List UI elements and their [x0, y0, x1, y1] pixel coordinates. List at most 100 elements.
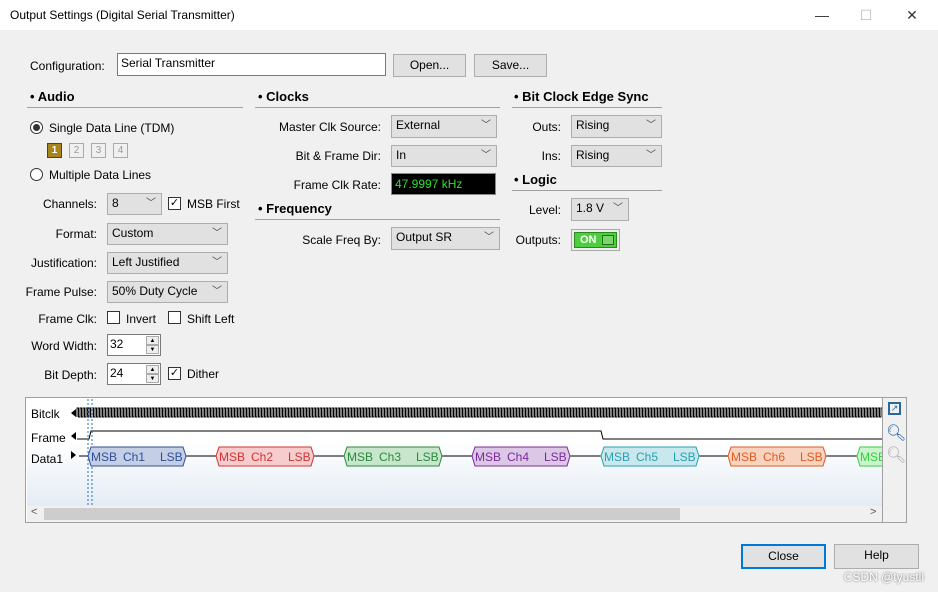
data-line-4-button[interactable]: 4: [113, 143, 128, 158]
chevron-down-icon: ﹀: [212, 228, 222, 239]
chevron-down-icon: ﹀: [646, 150, 656, 161]
clocks-header: • Clocks: [258, 89, 309, 104]
dither-checkbox[interactable]: ✓: [168, 367, 181, 380]
help-button[interactable]: Help: [834, 544, 919, 569]
configuration-input[interactable]: Serial Transmitter: [117, 53, 386, 76]
toggle-track: ON: [574, 232, 617, 248]
divider: [512, 190, 662, 191]
spin-up-icon[interactable]: ▲: [146, 336, 159, 345]
single-data-line-label: Single Data Line (TDM): [49, 121, 175, 135]
data-line-2-button[interactable]: 2: [69, 143, 84, 158]
frequency-header-text: Frequency: [266, 201, 332, 216]
frame-clk-label: Frame Clk:: [38, 312, 97, 326]
data1-label: Data1: [31, 452, 64, 466]
ins-value: Rising: [576, 148, 610, 162]
close-window-button[interactable]: ✕: [897, 4, 927, 26]
bit-frame-dir-select[interactable]: In ﹀: [391, 145, 497, 167]
invert-label: Invert: [126, 312, 157, 326]
audio-header: • Audio: [30, 89, 75, 104]
format-value: Custom: [112, 226, 154, 240]
outputs-toggle[interactable]: ON: [571, 229, 620, 251]
popout-icon[interactable]: ↗: [888, 402, 901, 415]
chevron-down-icon: ﹀: [646, 120, 656, 131]
format-label: Format:: [55, 227, 97, 241]
zoom-out-icon[interactable]: 🔍︎: [886, 445, 906, 465]
window-title: Output Settings (Digital Serial Transmit…: [10, 8, 235, 22]
lsb-label: LSB: [416, 450, 439, 464]
spin-up-icon[interactable]: ▲: [146, 365, 159, 374]
msb-label: MSB: [860, 450, 882, 464]
channel-label: Ch5: [636, 450, 658, 464]
spin-down-icon[interactable]: ▼: [146, 345, 159, 354]
msb-first-label: MSB First: [187, 197, 240, 211]
bit-depth-spinner[interactable]: 24 ▲ ▼: [107, 363, 161, 385]
toggle-knob: [602, 235, 614, 245]
scroll-thumb[interactable]: [44, 508, 680, 520]
close-button[interactable]: Close: [741, 544, 826, 569]
scale-freq-value: Output SR: [396, 230, 453, 244]
invert-checkbox[interactable]: [107, 311, 120, 324]
zoom-in-icon[interactable]: 🔍︎: [886, 423, 906, 443]
frame-pulse-label: Frame Pulse:: [25, 285, 97, 299]
master-clk-value: External: [396, 118, 441, 132]
frame-pulse-value: 50% Duty Cycle: [112, 284, 198, 298]
minimize-button[interactable]: —: [807, 4, 837, 26]
word-width-value: 32: [110, 337, 124, 351]
channel-label: Ch1: [123, 450, 145, 464]
bitclk-arrow-icon: [71, 409, 76, 417]
chevron-down-icon: ﹀: [212, 257, 222, 268]
frame-arrow-icon: [71, 432, 76, 440]
open-button[interactable]: Open...: [393, 54, 466, 77]
scale-freq-select[interactable]: Output SR ﹀: [391, 227, 500, 250]
edge-sync-header: • Bit Clock Edge Sync: [514, 89, 649, 104]
lsb-label: LSB: [160, 450, 183, 464]
frequency-header: • Frequency: [258, 201, 332, 216]
chevron-down-icon: ﹀: [146, 198, 156, 209]
lsb-label: LSB: [673, 450, 696, 464]
word-width-label: Word Width:: [31, 339, 97, 353]
channel-label: Ch4: [507, 450, 529, 464]
toggle-text: ON: [580, 234, 597, 246]
chevron-down-icon: ﹀: [613, 203, 623, 214]
word-width-spinner[interactable]: 32 ▲ ▼: [107, 334, 161, 356]
level-select[interactable]: 1.8 V ﹀: [571, 198, 629, 221]
outs-select[interactable]: Rising ﹀: [571, 115, 662, 138]
scroll-left-icon[interactable]: <: [31, 506, 37, 518]
channels-select[interactable]: 8 ﹀: [107, 193, 162, 215]
maximize-button[interactable]: ☐: [851, 4, 881, 26]
justification-label: Justification:: [30, 256, 97, 270]
channel-label: Ch3: [379, 450, 401, 464]
waveform-toolbar: ↗ 🔍︎ 🔍︎: [882, 398, 906, 522]
data-line-3-button[interactable]: 3: [91, 143, 106, 158]
data-line-1-button[interactable]: 1: [47, 143, 62, 158]
save-button[interactable]: Save...: [474, 54, 547, 77]
msb-first-checkbox[interactable]: ✓: [168, 197, 181, 210]
channel-label: Ch6: [763, 450, 785, 464]
waveform-plot: MSB Ch1 LSB MSB Ch2 LSB MSB Ch3 LSB MSB Ch4 LSB MSB C…: [27, 399, 882, 506]
frame-pulse-select[interactable]: 50% Duty Cycle ﹀: [107, 281, 228, 303]
scroll-right-icon[interactable]: >: [870, 506, 876, 518]
msb-label: MSB: [91, 450, 117, 464]
channels-label: Channels:: [42, 197, 97, 211]
single-data-line-radio[interactable]: [30, 121, 43, 134]
master-clk-select[interactable]: External ﹀: [391, 115, 497, 138]
multiple-data-lines-radio[interactable]: [30, 168, 43, 181]
frame-clk-rate-display: 47.9997 kHz: [391, 173, 496, 195]
horizontal-scrollbar[interactable]: < >: [27, 506, 882, 522]
justification-value: Left Justified: [112, 255, 180, 269]
level-label: Level:: [528, 203, 561, 217]
spin-down-icon[interactable]: ▼: [146, 374, 159, 383]
shift-left-checkbox[interactable]: [168, 311, 181, 324]
dither-label: Dither: [187, 367, 220, 381]
justification-select[interactable]: Left Justified ﹀: [107, 252, 228, 274]
bit-frame-dir-value: In: [396, 148, 407, 162]
outs-label: Outs:: [532, 120, 561, 134]
format-select[interactable]: Custom ﹀: [107, 223, 228, 245]
channel-label: Ch2: [251, 450, 273, 464]
lsb-label: LSB: [544, 450, 567, 464]
channels-value: 8: [112, 196, 119, 210]
chevron-down-icon: ﹀: [484, 232, 494, 243]
bit-depth-value: 24: [110, 366, 124, 380]
ins-select[interactable]: Rising ﹀: [571, 145, 662, 167]
lsb-label: LSB: [288, 450, 311, 464]
